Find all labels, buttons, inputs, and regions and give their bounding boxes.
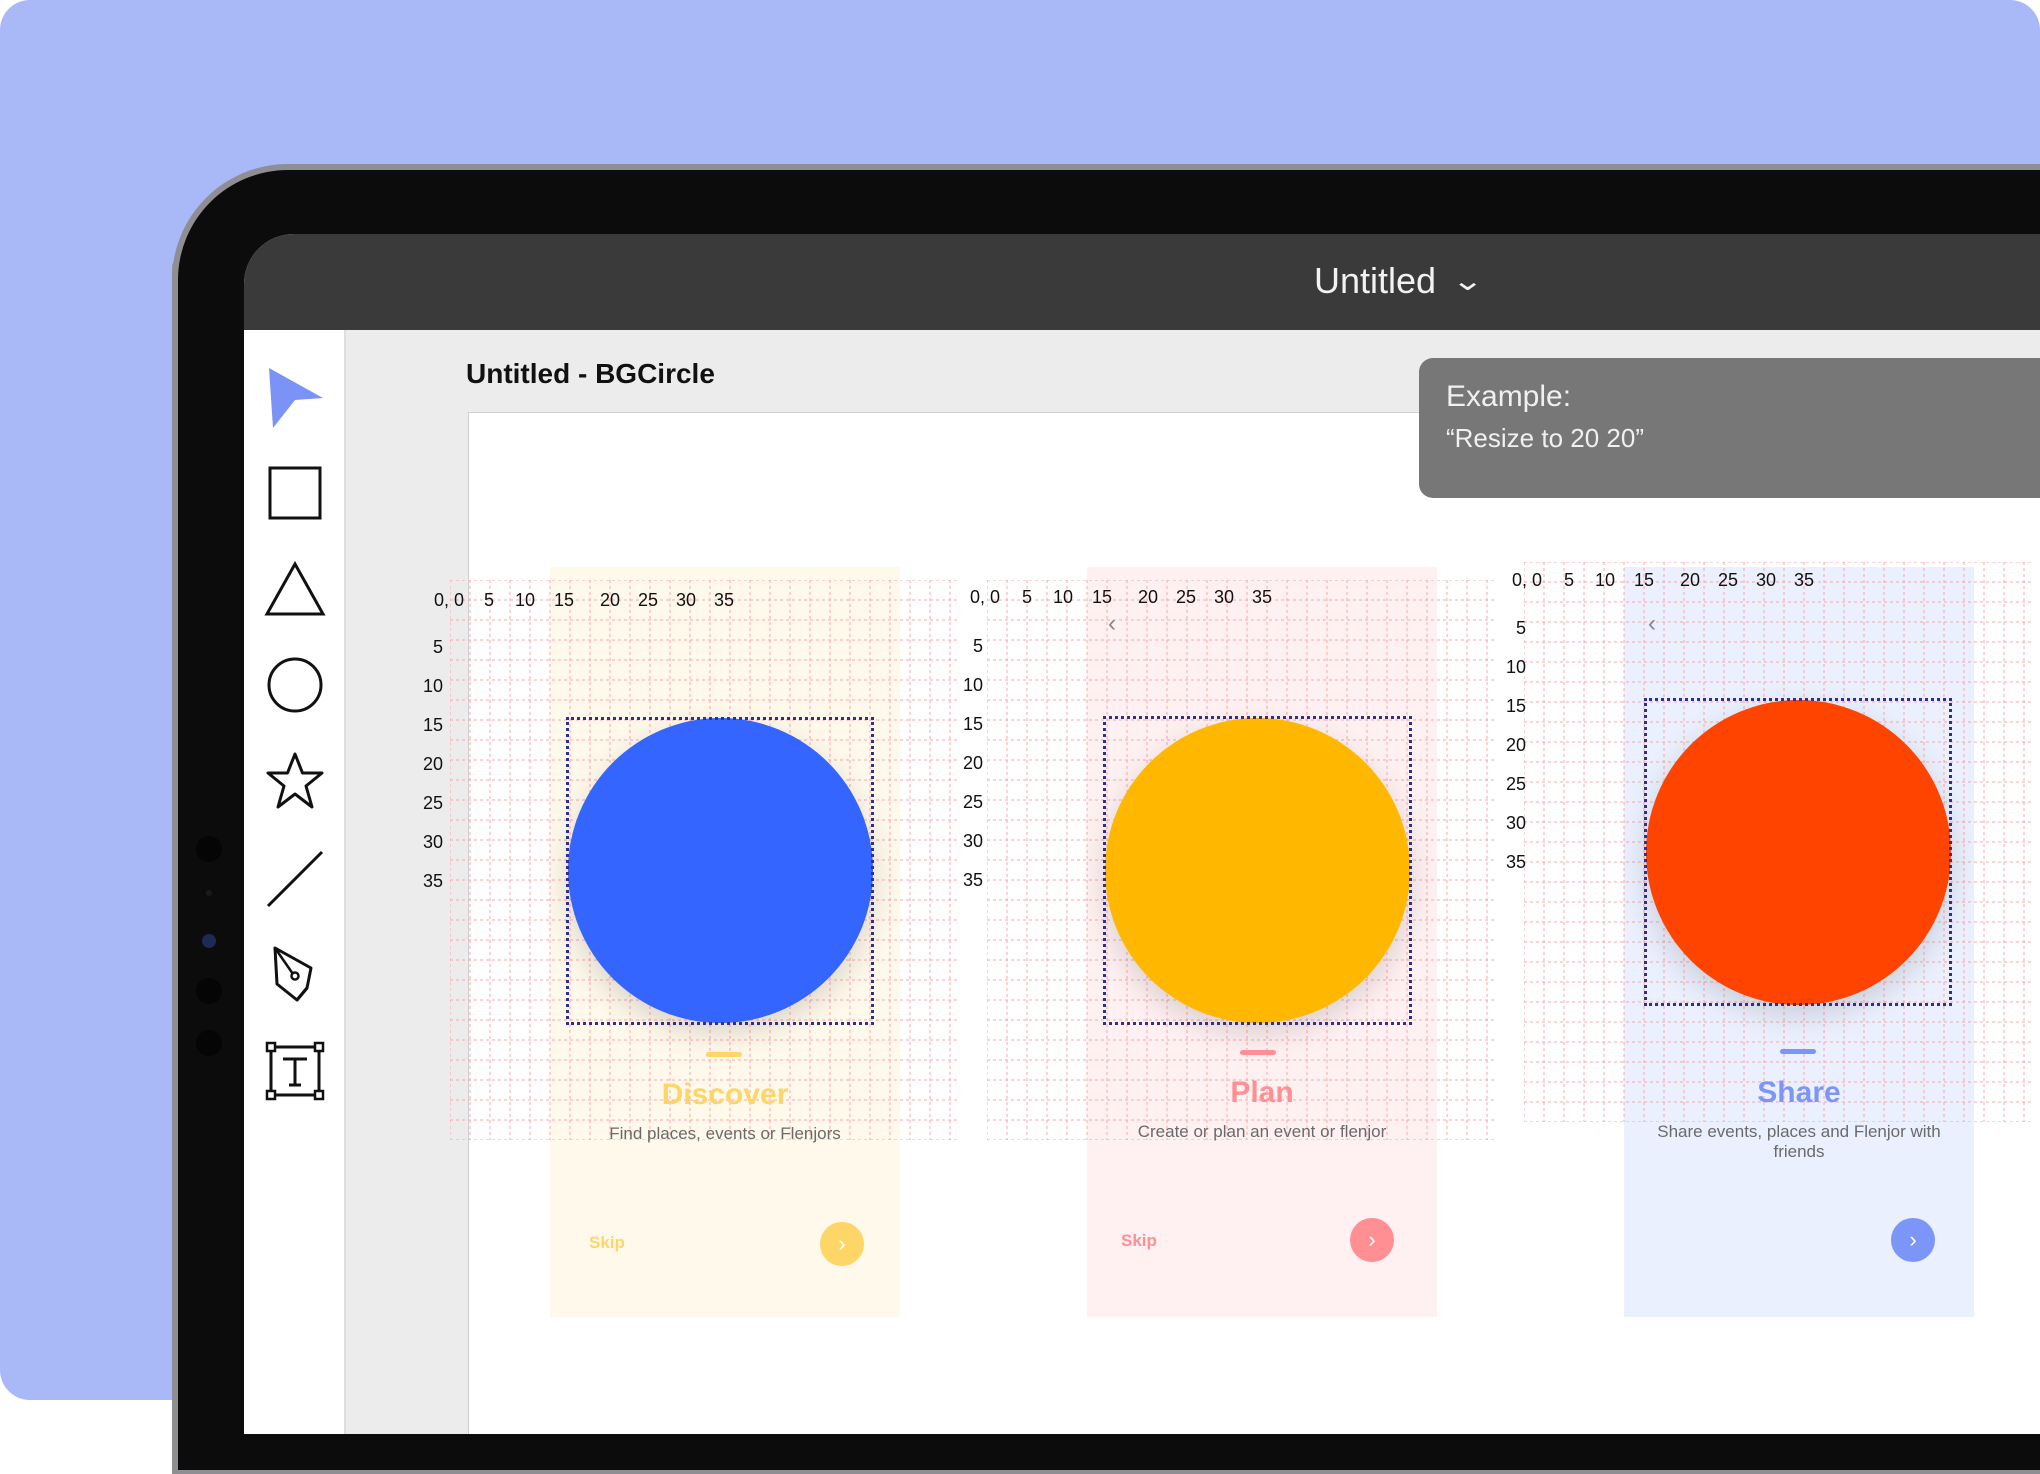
grid-y-tick: 20	[1505, 735, 1526, 755]
title-bar: Untitled ⌄	[244, 234, 2040, 330]
grid-x-tick: 5	[1022, 587, 1033, 607]
skip-button[interactable]: Skip	[589, 1233, 625, 1253]
chevron-right-icon: ›	[1909, 1227, 1917, 1252]
pen-tool-button[interactable]	[262, 942, 328, 1008]
grid-x-tick: 20	[1680, 570, 1701, 590]
chevron-left-icon[interactable]: ‹	[1108, 610, 1116, 638]
grid-y-tick: 35	[1505, 852, 1526, 872]
page-indicator	[706, 1052, 742, 1057]
grid-x-tick: 25	[1176, 587, 1197, 607]
next-button[interactable]: ›	[1891, 1218, 1935, 1262]
card-title: Plan	[1230, 1076, 1294, 1109]
circle-icon	[267, 657, 323, 713]
grid-x-tick: 35	[1794, 570, 1815, 590]
grid-x-tick: 10	[1053, 587, 1074, 607]
grid-x-tick: 20	[1138, 587, 1159, 607]
grid-x-tick: 5	[484, 590, 495, 610]
next-button[interactable]: ›	[1350, 1218, 1394, 1262]
grid-y-tick: 20	[422, 754, 443, 774]
sensor-dot-icon	[206, 890, 212, 896]
grid-y-tick: 30	[962, 831, 983, 851]
grid-x-tick: 35	[1252, 587, 1273, 607]
grid-x-tick: 15	[554, 590, 575, 610]
grid-y-tick: 5	[432, 637, 443, 657]
grid-y-tick: 10	[962, 675, 983, 695]
sensor-icon	[196, 836, 222, 862]
tools-toolbar	[244, 330, 346, 1434]
sensor-icon	[196, 1030, 222, 1056]
circle-tool-button[interactable]	[262, 652, 328, 718]
grid-origin-label: 0, 0	[434, 590, 465, 610]
rectangle-tool-button[interactable]	[262, 460, 328, 526]
card-subtitle: Find places, events or Flenjors	[609, 1124, 841, 1143]
card-subtitle: Create or plan an event or flenjor	[1137, 1122, 1387, 1141]
grid-y-tick: 35	[962, 870, 983, 890]
grid-y-tick: 30	[1505, 813, 1526, 833]
chevron-left-icon[interactable]: ‹	[1648, 610, 1656, 638]
grid-x-tick: 30	[1756, 570, 1777, 590]
grid-x-tick: 10	[1595, 570, 1616, 590]
select-tool-button[interactable]	[262, 366, 328, 432]
grid-origin-label: 0, 0	[970, 587, 1001, 607]
skip-button[interactable]: Skip	[1121, 1231, 1157, 1251]
rectangle-icon	[268, 466, 322, 520]
grid-x-tick: 35	[714, 590, 735, 610]
text-tool-button[interactable]	[262, 1038, 328, 1104]
grid-y-tick: 15	[1505, 696, 1526, 716]
sensor-icon	[196, 978, 222, 1004]
chevron-right-icon: ›	[838, 1231, 846, 1256]
chevron-right-icon: ›	[1368, 1227, 1376, 1252]
grid-x-tick: 25	[1718, 570, 1739, 590]
grid-y-tick: 25	[1505, 774, 1526, 794]
selection-box[interactable]	[566, 717, 874, 1025]
next-button[interactable]: ›	[820, 1222, 864, 1266]
triangle-tool-button[interactable]	[262, 556, 328, 622]
page-indicator	[1240, 1050, 1276, 1055]
card-title: Discover	[661, 1078, 789, 1111]
camera-icon	[202, 934, 216, 948]
line-tool-button[interactable]	[262, 846, 328, 912]
grid-y-tick: 5	[1515, 618, 1526, 638]
selection-box[interactable]	[1644, 698, 1952, 1006]
grid-y-tick: 15	[962, 714, 983, 734]
tooltip-title: Example:	[1446, 380, 1572, 413]
grid-x-tick: 30	[676, 590, 697, 610]
grid-y-tick: 10	[1505, 657, 1526, 677]
document-title[interactable]: Untitled	[1314, 260, 1436, 302]
pen-icon	[273, 946, 313, 1002]
select-arrow-icon	[269, 368, 323, 428]
text-icon	[265, 1041, 325, 1101]
grid-origin-label: 0, 0	[1512, 570, 1543, 590]
tooltip-text: “Resize to 20 20”	[1446, 423, 1644, 453]
grid-y-tick: 20	[962, 753, 983, 773]
grid-y-tick: 30	[422, 832, 443, 852]
star-tool-button[interactable]	[262, 748, 328, 814]
grid-x-tick: 25	[638, 590, 659, 610]
grid-x-tick: 10	[515, 590, 536, 610]
grid-y-tick: 15	[422, 715, 443, 735]
grid-y-tick: 5	[972, 636, 983, 656]
triangle-icon	[264, 561, 326, 616]
example-tooltip: Example: “Resize to 20 20”	[1419, 358, 2040, 498]
canvas-title: Untitled - BGCircle	[466, 358, 715, 389]
chevron-down-icon[interactable]: ⌄	[1451, 264, 1484, 297]
grid-x-tick: 5	[1564, 570, 1575, 590]
grid-y-tick: 25	[962, 792, 983, 812]
line-icon	[266, 850, 324, 908]
grid-y-tick: 35	[422, 871, 443, 891]
card-title: Share	[1757, 1076, 1841, 1109]
grid-x-tick: 20	[600, 590, 621, 610]
grid-x-tick: 15	[1092, 587, 1113, 607]
card-subtitle: Share events, places and Flenjor with fr…	[1657, 1122, 1941, 1161]
grid-x-tick: 30	[1214, 587, 1235, 607]
grid-x-tick: 15	[1634, 570, 1655, 590]
page-indicator	[1780, 1049, 1816, 1054]
star-icon	[266, 752, 324, 809]
grid-y-tick: 10	[422, 676, 443, 696]
grid-y-tick: 25	[422, 793, 443, 813]
selection-box[interactable]	[1103, 716, 1412, 1025]
